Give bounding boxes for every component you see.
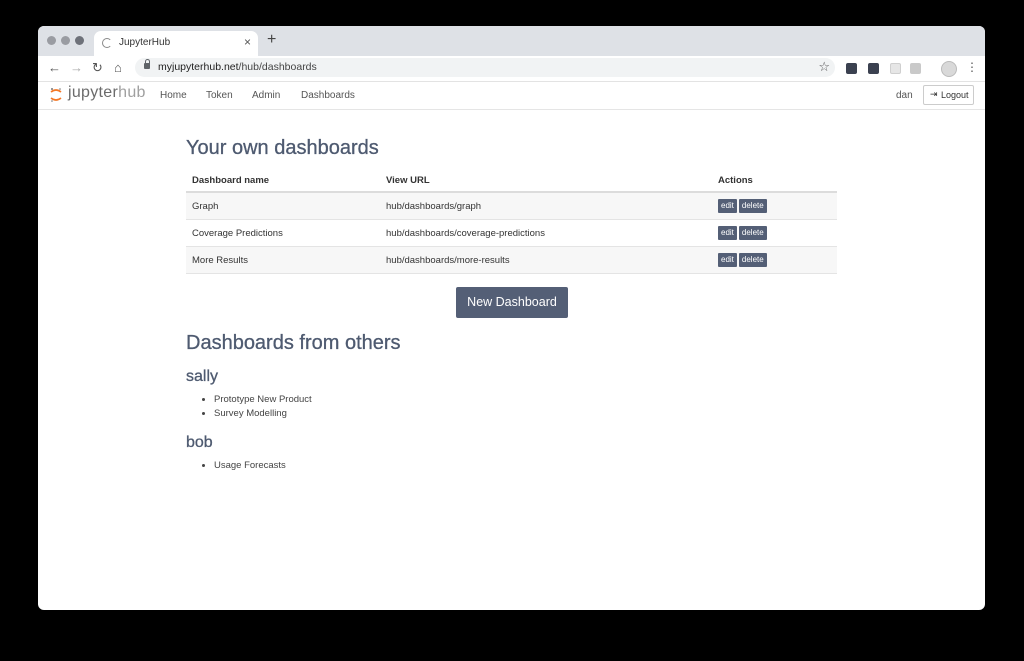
tab-close-icon[interactable]: × <box>244 35 251 49</box>
user-heading-bob: bob <box>186 434 213 451</box>
list-item[interactable]: Prototype New Product <box>214 393 312 407</box>
logout-label: Logout <box>941 90 969 100</box>
browser-toolbar: ← → ↻ ⌂ myjupyterhub.net/hub/dashboards … <box>38 56 985 82</box>
back-arrow-icon[interactable]: ← <box>48 60 61 76</box>
user-heading-sally: sally <box>186 368 219 385</box>
tab-title: JupyterHub <box>119 37 171 48</box>
dashboard-actions: edit delete <box>712 219 837 247</box>
logo-hub-text: hub <box>118 84 146 101</box>
dashboard-actions: edit delete <box>712 192 837 220</box>
new-tab-button[interactable]: + <box>267 31 276 49</box>
current-user: dan <box>896 90 913 101</box>
sally-dashboards-list: Prototype New Product Survey Modelling <box>186 393 312 421</box>
logo-jupyter-text: jupyter <box>68 84 119 101</box>
profile-avatar-icon[interactable] <box>941 61 957 77</box>
tab-strip: JupyterHub × + <box>38 26 985 56</box>
dashboard-actions: edit delete <box>712 246 837 274</box>
window-maximize-button[interactable] <box>75 36 84 45</box>
edit-button[interactable]: edit <box>718 226 737 240</box>
jupyterhub-logo[interactable]: jupyterhub <box>68 84 146 102</box>
extension-icon[interactable] <box>890 63 901 74</box>
browser-menu-icon[interactable]: ⋮ <box>966 60 978 74</box>
dashboard-url[interactable]: hub/dashboards/more-results <box>380 246 712 274</box>
column-header-url: View URL <box>380 169 712 193</box>
delete-button[interactable]: delete <box>738 226 767 240</box>
address-bar[interactable]: myjupyterhub.net/hub/dashboards ☆ <box>135 58 835 77</box>
star-icon[interactable]: ☆ <box>818 59 830 75</box>
window-close-button[interactable] <box>47 36 56 45</box>
url-path: /hub/dashboards <box>238 61 317 73</box>
nav-dashboards[interactable]: Dashboards <box>301 90 355 101</box>
dashboards-table: Dashboard name View URL Actions Graph hu… <box>186 169 837 274</box>
url-text[interactable]: myjupyterhub.net/hub/dashboards <box>158 61 317 73</box>
sign-out-icon: ⇥ <box>930 89 938 99</box>
window-minimize-button[interactable] <box>61 36 70 45</box>
table-row: Graph hub/dashboards/graph edit delete <box>186 192 837 220</box>
table-header-row: Dashboard name View URL Actions <box>186 169 837 193</box>
loading-icon <box>102 38 112 48</box>
delete-button[interactable]: delete <box>738 199 767 213</box>
table-row: Coverage Predictions hub/dashboards/cove… <box>186 219 837 247</box>
logout-button[interactable]: ⇥ Logout <box>923 85 974 105</box>
nav-admin[interactable]: Admin <box>252 90 280 101</box>
dashboard-url[interactable]: hub/dashboards/graph <box>380 192 712 220</box>
edit-button[interactable]: edit <box>718 199 737 213</box>
extension-icon[interactable] <box>910 63 921 74</box>
browser-tab[interactable]: JupyterHub × <box>94 31 258 56</box>
new-dashboard-button[interactable]: New Dashboard <box>456 287 568 318</box>
nav-token[interactable]: Token <box>206 90 233 101</box>
table-row: More Results hub/dashboards/more-results… <box>186 246 837 274</box>
delete-button[interactable]: delete <box>738 253 767 267</box>
url-host: myjupyterhub.net <box>158 61 239 73</box>
jupyterhub-navbar: jupyterhub Home Token Admin Dashboards d… <box>38 82 985 110</box>
lock-icon[interactable] <box>144 59 150 69</box>
reload-icon[interactable]: ↻ <box>92 60 103 76</box>
column-header-name: Dashboard name <box>186 169 380 193</box>
own-dashboards-title: Your own dashboards <box>186 137 379 159</box>
browser-window: JupyterHub × + ← → ↻ ⌂ myjupyterhub.net/… <box>38 26 985 610</box>
nav-home[interactable]: Home <box>160 90 187 101</box>
list-item[interactable]: Usage Forecasts <box>214 459 286 473</box>
extension-icon[interactable] <box>868 63 879 74</box>
jupyter-logo-icon[interactable] <box>50 87 62 103</box>
dashboard-name: More Results <box>186 246 380 274</box>
edit-button[interactable]: edit <box>718 253 737 267</box>
list-item[interactable]: Survey Modelling <box>214 407 312 421</box>
dashboard-name: Coverage Predictions <box>186 219 380 247</box>
column-header-actions: Actions <box>712 169 837 193</box>
home-icon[interactable]: ⌂ <box>114 60 122 76</box>
dashboard-url[interactable]: hub/dashboards/coverage-predictions <box>380 219 712 247</box>
bob-dashboards-list: Usage Forecasts <box>186 459 286 473</box>
forward-arrow-icon[interactable]: → <box>70 60 83 76</box>
dashboard-name: Graph <box>186 192 380 220</box>
others-dashboards-title: Dashboards from others <box>186 332 401 354</box>
extension-icon[interactable] <box>846 63 857 74</box>
